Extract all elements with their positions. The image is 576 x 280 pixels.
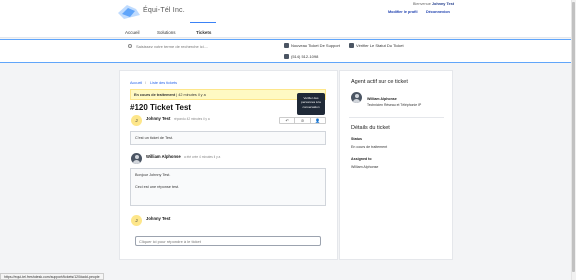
- browser-status-url: https://equi-tel.freshdesk.com/support/t…: [0, 273, 104, 280]
- avatar: J: [131, 115, 142, 126]
- new-ticket-label: Nouveau Ticket De Support: [291, 43, 340, 48]
- nav-tickets[interactable]: Tickets: [196, 30, 211, 35]
- breadcrumb-separator: /: [145, 81, 147, 85]
- assigned-value: William Alphonse: [351, 165, 379, 169]
- nav-home[interactable]: Accueil: [125, 30, 140, 35]
- ticket-title: #120 Ticket Test: [130, 103, 192, 112]
- ticket-toolbar: ↶ ⊘ 👤: [279, 117, 326, 124]
- new-ticket-action[interactable]: Nouveau Ticket De Support: [284, 43, 340, 48]
- message-meta: répondu 42 minutes il y a: [174, 117, 210, 121]
- brand-name[interactable]: Équi-Tél Inc.: [143, 7, 185, 14]
- add-people-icon[interactable]: 👤: [311, 118, 325, 123]
- agent-heading: Agent actif sur ce ticket: [351, 79, 408, 85]
- welcome-user: Johnny Test: [431, 2, 454, 6]
- search-icon: [128, 44, 132, 48]
- message-line: C'est un ticket de Test.: [135, 136, 174, 140]
- company-logo-icon[interactable]: [118, 5, 140, 19]
- new-ticket-icon: [284, 43, 289, 48]
- phone-action[interactable]: (514) 512-1098: [284, 54, 318, 59]
- welcome-prefix: Bienvenue: [412, 2, 431, 6]
- message-line: Ceci est une réponse test.: [135, 185, 180, 189]
- message-author: Johnny Test: [146, 116, 171, 121]
- assigned-label: Assigned to: [351, 157, 372, 161]
- message-body: Bonjour Johnny Test. Ceci est une répons…: [130, 168, 326, 206]
- phone-label: (514) 512-1098: [291, 54, 319, 59]
- status-value: En cours de traitement: [351, 145, 388, 149]
- block-icon[interactable]: ⊘: [295, 118, 311, 123]
- add-people-tooltip: Verifier des personnes à la conversation: [297, 93, 325, 115]
- phone-icon: [284, 54, 289, 59]
- search-input[interactable]: [136, 42, 256, 50]
- agent-avatar: [351, 92, 362, 103]
- main-nav: [0, 26, 576, 38]
- check-status-label: Vérifier Le Statut Du Ticket: [356, 43, 404, 48]
- welcome-text: Bienvenue Johnny Test: [413, 2, 454, 6]
- breadcrumb-home[interactable]: Accueil: [130, 81, 142, 85]
- nav-solutions[interactable]: Solutions: [157, 30, 176, 35]
- status-label: Status: [351, 137, 362, 141]
- avatar: J: [131, 215, 142, 226]
- ticket-status-time: | 42 minutes il y a: [176, 93, 206, 97]
- reply-arrow-icon[interactable]: ↶: [280, 118, 296, 123]
- message-meta: a été crée 4 minutes il y a: [184, 155, 221, 159]
- ticket-status-label: En cours de traitement: [134, 93, 176, 97]
- logout-link[interactable]: Déconnexion: [426, 10, 450, 14]
- edit-profile-link[interactable]: Modifier le profil: [388, 10, 418, 14]
- avatar: [131, 153, 142, 164]
- reply-author: Johnny Test: [146, 216, 171, 221]
- message-body: C'est un ticket de Test.: [130, 131, 326, 145]
- agent-role: Technicien Réseau et Téléphonie IP: [367, 103, 422, 107]
- nav-active-indicator: [190, 22, 216, 23]
- divider: [349, 117, 444, 118]
- check-status-action[interactable]: Vérifier Le Statut Du Ticket: [349, 43, 404, 48]
- reply-input[interactable]: [135, 236, 321, 246]
- check-status-icon: [349, 43, 354, 48]
- breadcrumb-ticket-list[interactable]: Liste des tickets: [150, 81, 177, 85]
- scrollbar-thumb[interactable]: [572, 2, 575, 272]
- message-author: William Alphonse: [146, 154, 181, 159]
- details-heading: Détails du ticket: [351, 125, 390, 131]
- agent-name: William Alphonse: [367, 97, 397, 101]
